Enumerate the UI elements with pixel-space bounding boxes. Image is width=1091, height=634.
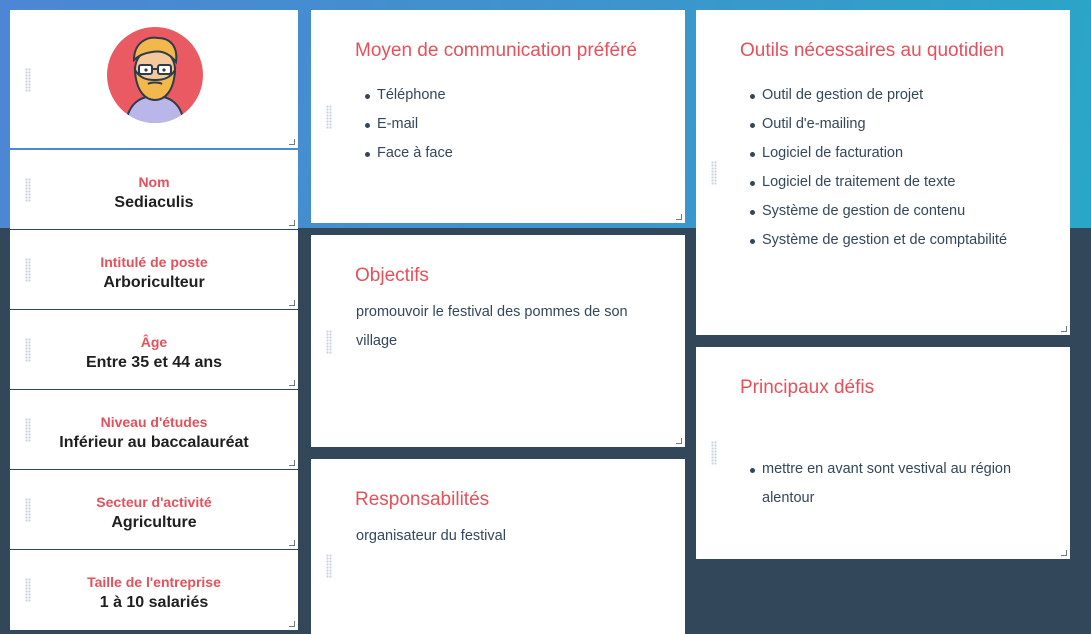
field-card-name[interactable]: Nom Sediaculis	[10, 150, 298, 229]
list-item: E-mail	[365, 110, 453, 139]
resize-handle[interactable]	[676, 214, 682, 220]
list-item: Logiciel de facturation	[749, 139, 1007, 168]
card-title: Responsabilités	[355, 489, 490, 510]
card-title: Principaux défis	[740, 377, 875, 398]
objectives-text: promouvoir le festival des pommes de son…	[356, 304, 628, 349]
field-value: Entre 35 et 44 ans	[85, 354, 223, 371]
field-card-industry[interactable]: Secteur d'activité Agriculture	[10, 470, 298, 549]
drag-handle[interactable]	[326, 330, 332, 354]
tools-card[interactable]: Outils nécessaires au quotidien Outil de…	[696, 10, 1070, 335]
resize-handle[interactable]	[289, 139, 295, 145]
field-value: Sediaculis	[114, 194, 194, 211]
drag-handle[interactable]	[326, 105, 332, 129]
field-card-company-size[interactable]: Taille de l'entreprise 1 à 10 salariés	[10, 550, 298, 630]
field-value: 1 à 10 salariés	[99, 594, 209, 611]
field-label: Secteur d'activité	[96, 494, 212, 510]
resize-handle[interactable]	[676, 438, 682, 444]
drag-handle[interactable]	[711, 161, 717, 185]
resize-handle[interactable]	[289, 460, 295, 466]
resize-handle[interactable]	[289, 380, 295, 386]
avatar-card[interactable]	[10, 10, 298, 148]
resize-handle[interactable]	[289, 220, 295, 226]
field-card-age[interactable]: Âge Entre 35 et 44 ans	[10, 310, 298, 389]
bearded-man-avatar-icon	[107, 27, 203, 123]
field-label: Nom	[138, 174, 170, 190]
responsibilities-text: organisateur du festival	[356, 528, 506, 544]
card-title: Outils nécessaires au quotidien	[740, 40, 1005, 61]
list-item: Système de gestion de contenu	[749, 197, 1007, 226]
resize-handle[interactable]	[1061, 326, 1067, 332]
resize-handle[interactable]	[289, 540, 295, 546]
resize-handle[interactable]	[289, 300, 295, 306]
list-item: Téléphone	[365, 81, 453, 110]
challenges-list: mettre en avant sont vestival au région …	[750, 455, 1032, 513]
card-title: Objectifs	[355, 265, 429, 286]
field-label: Niveau d'études	[100, 414, 208, 430]
list-item: Système de gestion et de comptabilité	[749, 226, 1007, 255]
card-title: Moyen de communication préféré	[355, 40, 637, 61]
drag-handle[interactable]	[326, 554, 332, 578]
field-value: Arboriculteur	[103, 274, 205, 291]
objectives-card[interactable]: Objectifs promouvoir le festival des pom…	[311, 235, 685, 447]
list-item: Outil de gestion de projet	[749, 81, 1007, 110]
resize-handle[interactable]	[289, 621, 295, 627]
field-label: Âge	[140, 334, 168, 350]
list-item: Face à face	[365, 139, 453, 168]
drag-handle[interactable]	[25, 68, 31, 92]
resize-handle[interactable]	[1061, 550, 1067, 556]
communication-list: Téléphone E-mail Face à face	[365, 81, 453, 168]
list-item: mettre en avant sont vestival au région …	[750, 455, 1032, 513]
field-card-education[interactable]: Niveau d'études Inférieur au baccalauréa…	[10, 390, 298, 469]
drag-handle[interactable]	[711, 441, 717, 465]
tools-list: Outil de gestion de projet Outil d'e-mai…	[749, 81, 1007, 255]
challenges-card[interactable]: Principaux défis mettre en avant sont ve…	[696, 347, 1070, 559]
field-value: Agriculture	[111, 514, 197, 531]
responsibilities-card[interactable]: Responsabilités organisateur du festival	[311, 459, 685, 634]
field-label: Taille de l'entreprise	[87, 574, 221, 590]
field-value: Inférieur au baccalauréat	[59, 434, 249, 451]
field-card-job-title[interactable]: Intitulé de poste Arboriculteur	[10, 230, 298, 309]
list-item: Outil d'e-mailing	[749, 110, 1007, 139]
field-label: Intitulé de poste	[100, 254, 208, 270]
communication-card[interactable]: Moyen de communication préféré Téléphone…	[311, 10, 685, 223]
list-item: Logiciel de traitement de texte	[749, 168, 1007, 197]
